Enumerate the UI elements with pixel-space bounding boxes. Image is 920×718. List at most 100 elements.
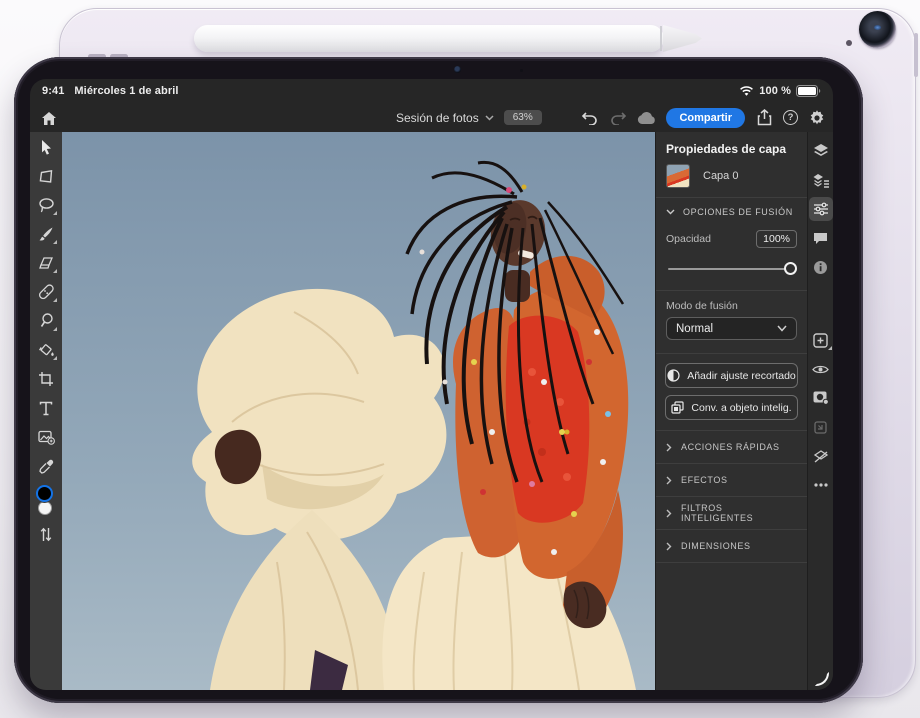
front-sensor [520,69,523,72]
chevron-down-icon [666,209,675,215]
battery-percent: 100 % [759,85,791,97]
subtool-indicator [828,346,832,350]
eraser-tool[interactable] [36,253,56,273]
hair-bead [443,380,448,385]
add-clipped-adjustment-button[interactable]: Añadir ajuste recortado [665,363,798,388]
info-button[interactable] [809,255,833,279]
blend-mode-select[interactable]: Normal [666,317,797,340]
comments-button[interactable] [809,226,833,250]
place-photo-tool[interactable] [36,427,56,447]
right-task-rail [807,132,833,690]
healing-brush-tool[interactable] [36,282,56,302]
section-effects[interactable]: EFECTOS [656,464,807,497]
chevron-right-icon [666,542,672,551]
foreground-color-swatch[interactable] [36,485,53,502]
hair-bead [420,250,425,255]
fill-tool[interactable] [36,340,56,360]
layer-properties-panel: Propiedades de capa Capa 0 OPCIONES DE F… [655,132,807,690]
layer-mask-button[interactable] [809,386,833,410]
document-canvas[interactable] [62,132,655,690]
subtool-indicator [53,269,57,273]
cloud-sync-icon[interactable] [637,108,657,128]
smart-object-icon [671,401,684,414]
undo-button[interactable] [579,108,599,128]
color-swatches[interactable] [35,485,57,517]
apple-pencil-seam [660,26,662,51]
layer-properties-button[interactable] [809,168,833,192]
crop-tool[interactable] [36,369,56,389]
add-clipped-adjustment-label: Añadir ajuste recortado [687,370,796,382]
blend-options-label: OPCIONES DE FUSIÓN [683,207,793,217]
eyedropper-tool[interactable] [36,456,56,476]
wifi-icon [739,86,754,97]
subtool-indicator [53,356,57,360]
blend-options-header[interactable]: OPCIONES DE FUSIÓN [656,198,807,226]
hair-bead [565,430,570,435]
document-title-dropdown[interactable]: Sesión de fotos [396,111,494,125]
background-color-swatch[interactable] [38,501,52,515]
subtool-indicator [53,298,57,302]
chevron-right-icon [666,476,672,485]
section-dimensions[interactable]: DIMENSIONES [656,530,807,563]
flatten-layer-button[interactable] [809,444,833,468]
section-label: DIMENSIONES [681,541,751,551]
slider-track [668,268,795,270]
section-label: FILTROS INTELIGENTES [681,503,797,523]
home-button[interactable] [38,107,60,129]
opacity-value-field[interactable]: 100% [756,230,797,248]
photoshop-app-screen: 9:41 Miércoles 1 de abril 100 % [30,79,833,690]
share-button[interactable]: Compartir [666,108,745,128]
front-camera [454,66,461,73]
move-tool[interactable] [36,137,56,157]
clip-layer-button[interactable] [809,415,833,439]
type-tool[interactable] [36,398,56,418]
ipad-front-device: 9:41 Miércoles 1 de abril 100 % [14,57,863,703]
blend-mode-label: Modo de fusión [656,291,807,317]
subtool-indicator [53,211,57,215]
blend-mode-value: Normal [676,323,713,335]
document-title: Sesión de fotos [396,111,479,125]
redo-button[interactable] [608,108,628,128]
chevron-down-icon [777,325,787,332]
adjustment-icon [667,369,680,382]
section-quick-actions[interactable]: ACCIONES RÁPIDAS [656,431,807,464]
apple-pencil [194,25,664,52]
date-label: Miércoles 1 de abril [74,85,178,97]
edit-properties-button[interactable] [809,197,833,221]
tool-strip [30,132,62,690]
opacity-row: Opacidad 100% [656,226,807,250]
zoom-level-badge[interactable]: 63% [504,110,542,125]
lasso-tool[interactable] [36,195,56,215]
chevron-right-icon [666,509,672,518]
layer-thumbnail [666,164,690,188]
export-icon[interactable] [754,108,774,128]
slider-thumb[interactable] [784,262,797,275]
transform-tool[interactable] [36,166,56,186]
clone-stamp-tool[interactable] [36,311,56,331]
section-label: ACCIONES RÁPIDAS [681,442,780,452]
settings-gear-icon[interactable] [807,108,827,128]
section-smart-filters[interactable]: FILTROS INTELIGENTES [656,497,807,530]
brush-tool[interactable] [36,224,56,244]
chevron-right-icon [666,443,672,452]
more-options-button[interactable] [809,473,833,497]
convert-smart-object-label: Conv. a objeto intelig. [691,402,791,414]
opacity-slider[interactable] [668,262,795,275]
layer-visibility-button[interactable] [809,357,833,381]
layer-name: Capa 0 [703,170,738,182]
add-layer-button[interactable] [809,328,833,352]
product-scene: 9:41 Miércoles 1 de abril 100 % [0,0,920,718]
swap-colors-button[interactable] [36,524,56,544]
rear-microphone [846,40,852,46]
opacity-label: Opacidad [666,233,711,245]
status-bar: 9:41 Miércoles 1 de abril 100 % [30,79,833,103]
help-button[interactable]: ? [783,110,798,125]
layers-button[interactable] [809,139,833,163]
hair-bead [506,187,512,193]
subtool-indicator [53,240,57,244]
side-button [914,33,918,77]
convert-smart-object-button[interactable]: Conv. a objeto intelig. [665,395,798,420]
chevron-down-icon [485,115,494,121]
hair-bead [522,185,527,190]
layer-row[interactable]: Capa 0 [656,162,807,197]
